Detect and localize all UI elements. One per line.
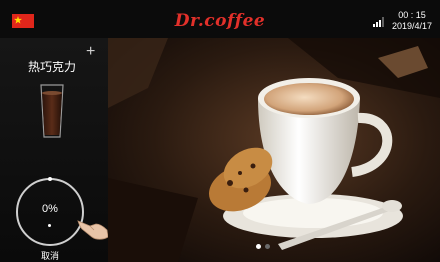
pager-dot-2[interactable] bbox=[265, 244, 270, 249]
signal-bars-icon bbox=[373, 17, 385, 27]
top-bar: Dr.coffee 00 : 15 2019/4/17 bbox=[0, 0, 440, 38]
hot-chocolate-glass-icon bbox=[40, 84, 64, 138]
drink-name: 热巧克力 bbox=[27, 60, 76, 74]
coffee-cup-cookies-photo bbox=[108, 38, 440, 262]
cancel-button[interactable]: 取消 bbox=[0, 249, 100, 262]
tap-hand-icon bbox=[77, 220, 109, 240]
clock-time: 00 : 15 bbox=[398, 10, 426, 20]
clock-date: 2019/4/17 bbox=[391, 21, 432, 31]
status-clock: 00 : 15 2019/4/17 bbox=[392, 10, 432, 32]
pager-dot-1[interactable] bbox=[256, 244, 261, 249]
progress-percent: 0% bbox=[42, 203, 58, 215]
